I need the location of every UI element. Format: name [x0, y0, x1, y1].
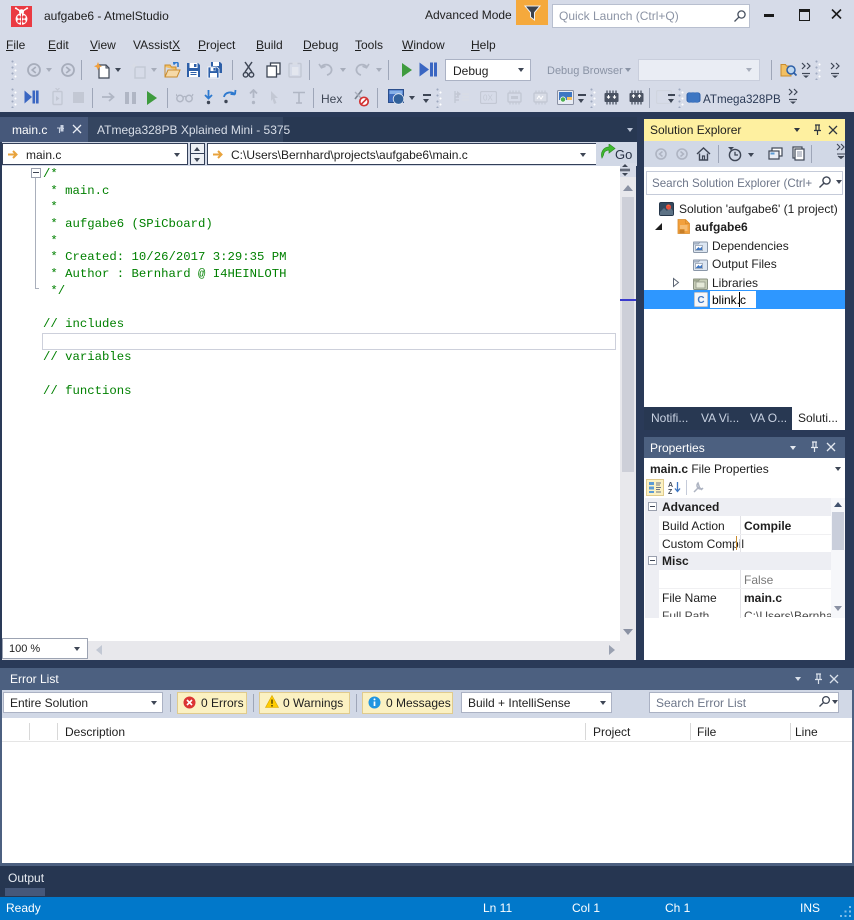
svg-text:A: A [668, 482, 673, 489]
svg-text:C: C [697, 295, 704, 306]
svg-text:Z: Z [668, 489, 673, 494]
svg-text:0X: 0X [483, 94, 493, 103]
